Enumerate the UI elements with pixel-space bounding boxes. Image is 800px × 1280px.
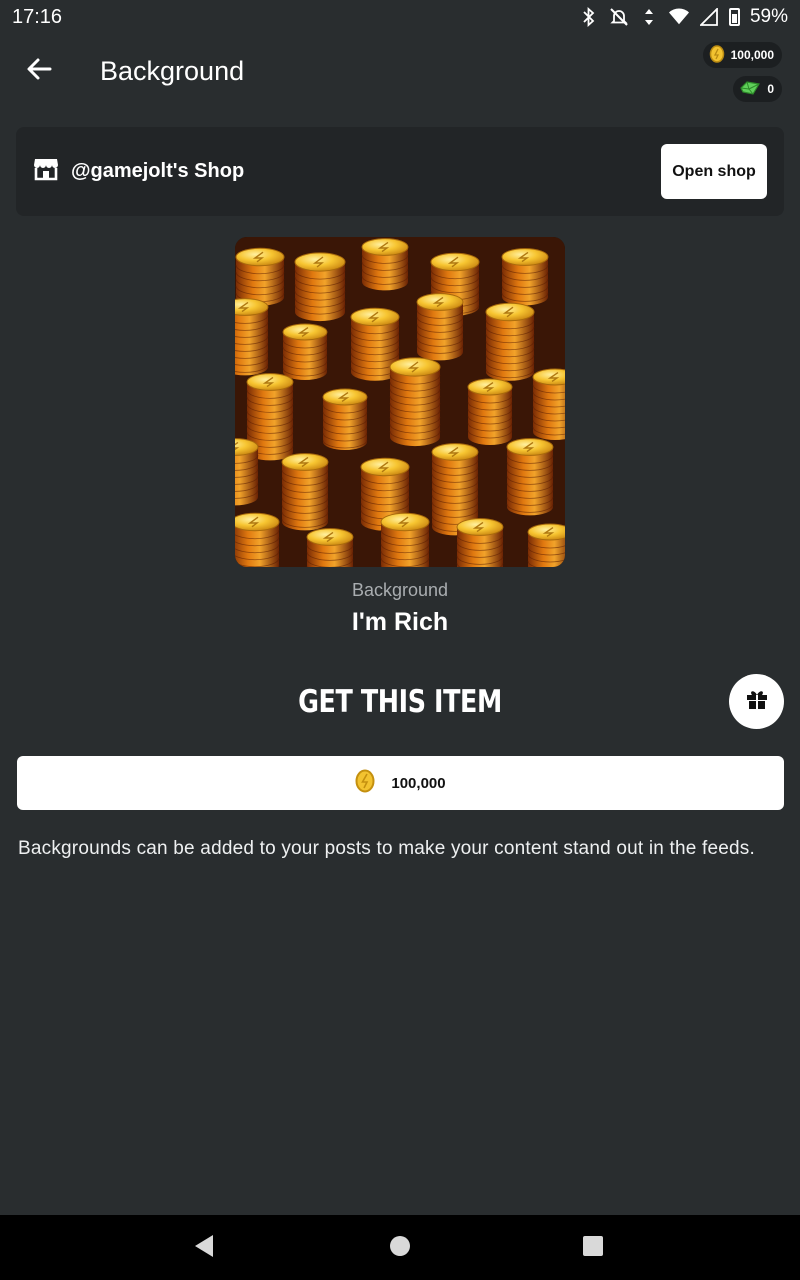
coin-top bbox=[380, 512, 430, 532]
coin-top bbox=[294, 252, 346, 272]
open-shop-button[interactable]: Open shop bbox=[661, 144, 767, 199]
coin-stack bbox=[390, 367, 440, 447]
coin-stack bbox=[468, 387, 512, 445]
coin-icon bbox=[709, 44, 725, 66]
nav-home-button[interactable] bbox=[387, 1235, 413, 1261]
signal-icon bbox=[699, 7, 719, 27]
coin-top bbox=[235, 247, 285, 267]
purchase-button[interactable]: 100,000 bbox=[17, 756, 784, 810]
get-item-title: GET THIS ITEM bbox=[298, 684, 502, 720]
wifi-icon bbox=[668, 7, 689, 27]
coin-top bbox=[246, 373, 294, 391]
coin-top bbox=[235, 512, 280, 532]
shop-bar: @gamejolt's Shop Open shop bbox=[16, 127, 784, 216]
coin-top bbox=[281, 453, 329, 471]
coin-top bbox=[485, 302, 535, 322]
coin-icon bbox=[355, 769, 375, 797]
shop-info: @gamejolt's Shop bbox=[33, 157, 244, 186]
status-icons: 59% bbox=[579, 6, 788, 28]
nav-home-icon bbox=[389, 1235, 411, 1262]
coin-top bbox=[306, 528, 354, 546]
coin-top bbox=[501, 248, 549, 266]
gem-icon bbox=[739, 80, 761, 99]
coin-top bbox=[282, 323, 328, 341]
coin-top bbox=[430, 252, 480, 272]
shop-name: @gamejolt's Shop bbox=[71, 160, 245, 182]
coin-top bbox=[416, 293, 464, 311]
coin-top bbox=[389, 357, 441, 377]
nav-back-button[interactable] bbox=[191, 1234, 217, 1263]
gem-balance[interactable]: 0 bbox=[733, 76, 782, 102]
coin-top bbox=[322, 388, 368, 406]
battery-percent: 59% bbox=[749, 6, 788, 27]
coin-top bbox=[431, 443, 479, 461]
data-arrows-icon bbox=[639, 7, 659, 27]
gem-balance-value: 0 bbox=[767, 82, 774, 96]
coin-stack bbox=[533, 377, 565, 440]
page-title: Background bbox=[100, 56, 245, 86]
coin-top bbox=[467, 378, 513, 396]
coin-balance-value: 100,000 bbox=[730, 48, 774, 62]
status-bar: 17:16 59% bbox=[0, 0, 800, 34]
arrow-left-icon bbox=[26, 57, 52, 86]
nav-recents-icon bbox=[582, 1235, 604, 1262]
coin-top bbox=[506, 438, 554, 456]
battery-icon bbox=[728, 8, 740, 26]
notifications-off-icon bbox=[609, 7, 629, 27]
storefront-icon bbox=[33, 157, 59, 186]
item-type: Background bbox=[351, 580, 449, 600]
nav-back-icon bbox=[193, 1234, 215, 1263]
back-button[interactable] bbox=[22, 54, 56, 88]
coin-top bbox=[456, 518, 504, 536]
price-value: 100,000 bbox=[391, 774, 446, 792]
system-nav-bar bbox=[0, 1215, 800, 1280]
item-description: Backgrounds can be added to your posts t… bbox=[18, 838, 755, 859]
coin-balance[interactable]: 100,000 bbox=[702, 42, 782, 68]
coin-top bbox=[350, 307, 400, 327]
status-time: 17:16 bbox=[12, 5, 63, 28]
coin-top bbox=[361, 238, 409, 256]
gift-button[interactable] bbox=[729, 674, 784, 729]
coin-top bbox=[360, 457, 410, 477]
gift-icon bbox=[745, 687, 769, 716]
bluetooth-icon bbox=[579, 7, 599, 27]
app-header: Background 100,000 0 bbox=[0, 34, 800, 114]
wallet: 100,000 0 bbox=[702, 42, 782, 102]
item-preview-image bbox=[235, 237, 565, 567]
nav-recents-button[interactable] bbox=[580, 1235, 606, 1261]
item-name: I'm Rich bbox=[351, 608, 449, 636]
